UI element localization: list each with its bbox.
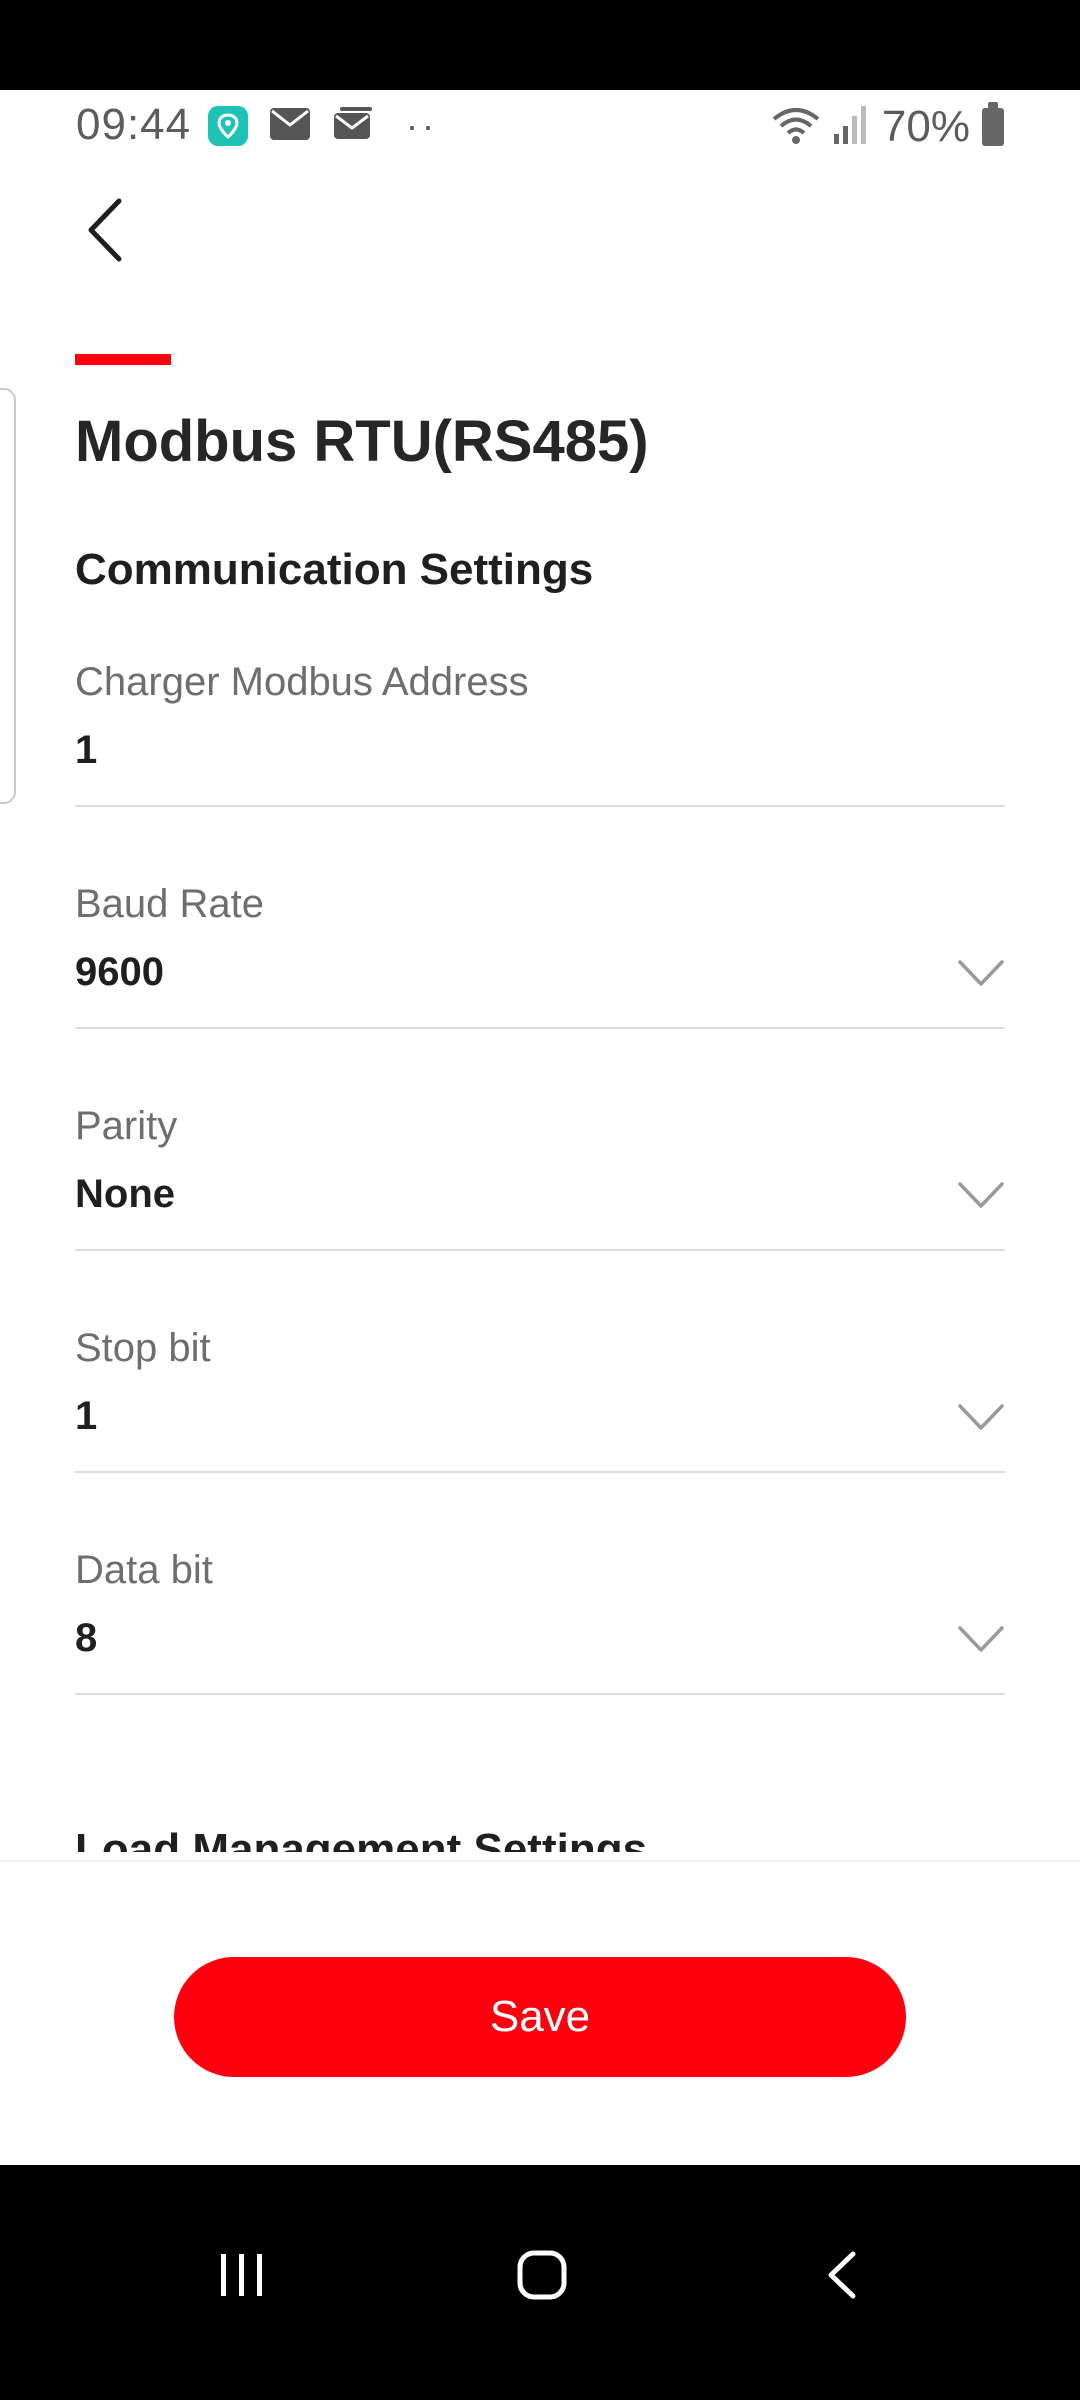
battery-percent: 70% bbox=[881, 102, 970, 151]
charger-modbus-address-field[interactable]: Charger Modbus Address 1 bbox=[75, 660, 1005, 807]
nav-home-button[interactable] bbox=[492, 2225, 592, 2325]
location-app-icon bbox=[208, 106, 248, 146]
data-bit-dropdown[interactable]: Data bit 8 bbox=[75, 1548, 1005, 1695]
signal-icon bbox=[833, 105, 870, 149]
field-value: None bbox=[75, 1172, 175, 1216]
back-button[interactable] bbox=[70, 190, 140, 270]
more-notifications-icon: ·· bbox=[406, 105, 438, 146]
nav-recents-button[interactable] bbox=[192, 2225, 292, 2325]
notification-icons: ·· bbox=[208, 106, 438, 146]
section-title-communication: Communication Settings bbox=[75, 545, 594, 594]
field-label: Stop bit bbox=[75, 1326, 211, 1370]
back-icon bbox=[828, 2251, 856, 2299]
chevron-down-icon[interactable] bbox=[957, 1180, 1005, 1210]
page-title: Modbus RTU(RS485) bbox=[75, 409, 649, 474]
mail-icon bbox=[270, 107, 310, 145]
save-button[interactable]: Save bbox=[174, 1957, 906, 2077]
title-accent-line bbox=[75, 354, 171, 365]
field-value: 8 bbox=[75, 1616, 98, 1660]
field-label: Data bit bbox=[75, 1548, 213, 1592]
system-icons: 70% bbox=[770, 102, 1004, 152]
stop-bit-dropdown[interactable]: Stop bit 1 bbox=[75, 1326, 1005, 1473]
chevron-down-icon[interactable] bbox=[957, 1402, 1005, 1432]
screen: 09:44 ·· 70% Modbus RTU(RS485) Communica… bbox=[0, 0, 1080, 2400]
chevron-left-icon bbox=[88, 198, 122, 262]
recents-icon bbox=[221, 2254, 262, 2296]
field-label: Parity bbox=[75, 1104, 178, 1148]
system-nav-bar bbox=[0, 2165, 1080, 2400]
status-time: 09:44 bbox=[76, 100, 192, 149]
field-value: 9600 bbox=[75, 950, 164, 994]
status-bar: 09:44 ·· 70% bbox=[0, 90, 1080, 165]
battery-icon bbox=[982, 102, 1004, 146]
bottom-action-panel: Save bbox=[0, 1860, 1080, 2165]
field-label: Baud Rate bbox=[75, 882, 265, 926]
section-title-load-management: Load Management Settings bbox=[75, 1825, 648, 1852]
chevron-down-icon[interactable] bbox=[957, 1624, 1005, 1654]
mail-outline-icon bbox=[332, 106, 374, 146]
app-window: 09:44 ·· 70% Modbus RTU(RS485) Communica… bbox=[0, 90, 1080, 2165]
field-label: Charger Modbus Address bbox=[75, 660, 529, 704]
field-value: 1 bbox=[75, 1394, 98, 1438]
nav-back-button[interactable] bbox=[792, 2225, 892, 2325]
home-icon bbox=[517, 2250, 567, 2300]
chevron-down-icon[interactable] bbox=[957, 958, 1005, 988]
side-drawer-handle[interactable] bbox=[0, 388, 16, 804]
baud-rate-dropdown[interactable]: Baud Rate 9600 bbox=[75, 882, 1005, 1029]
parity-dropdown[interactable]: Parity None bbox=[75, 1104, 1005, 1251]
wifi-icon bbox=[770, 105, 822, 150]
field-value[interactable]: 1 bbox=[75, 728, 97, 773]
